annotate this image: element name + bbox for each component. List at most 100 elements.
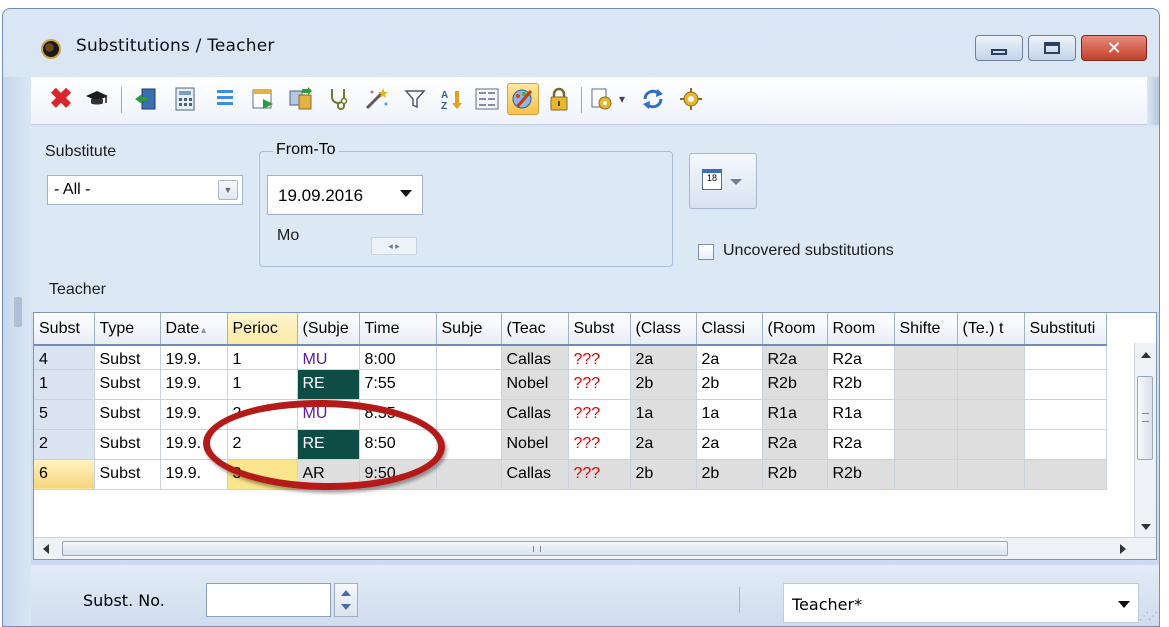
column-header-time[interactable]: Time — [359, 313, 437, 346]
room-cell[interactable]: R1a — [827, 399, 895, 430]
subject-cell[interactable] — [436, 345, 502, 370]
shifted-cell[interactable] — [894, 429, 958, 460]
room-old-cell[interactable]: R2a — [762, 429, 828, 460]
teacher-text-cell[interactable] — [957, 369, 1025, 400]
date-prev-next-buttons[interactable]: ◂ ▸ — [371, 237, 417, 255]
subject-old-cell[interactable]: AR — [297, 459, 360, 490]
column-header-substitute[interactable]: Subst — [568, 313, 631, 346]
lock-icon[interactable] — [543, 83, 575, 115]
teacher-old-cell[interactable]: Callas — [501, 345, 569, 370]
substitute-cell[interactable]: ??? — [568, 459, 631, 490]
column-header-period[interactable]: Perioc — [227, 313, 298, 346]
teacher-text-cell[interactable] — [957, 399, 1025, 430]
subst-no-cell[interactable]: 6 — [34, 459, 95, 490]
class-cell[interactable]: 2b — [696, 369, 763, 400]
teacher-old-cell[interactable]: Callas — [501, 399, 569, 430]
time-cell[interactable]: 8:55 — [359, 399, 437, 430]
column-header-type[interactable]: Type — [94, 313, 161, 346]
sort-icon[interactable]: AZ — [435, 83, 467, 115]
teacher-text-cell[interactable] — [957, 459, 1025, 490]
substitution-text-cell[interactable] — [1024, 399, 1107, 430]
table-row[interactable]: 1 Subst 19.9. 1 RE 7:55 Nobel ??? 2b 2b … — [34, 369, 1107, 400]
date-cell[interactable]: 19.9. — [160, 459, 228, 490]
scroll-right-icon[interactable] — [1120, 544, 1126, 554]
scroll-down-icon[interactable] — [1141, 524, 1151, 530]
table-row[interactable]: 6 Subst 19.9. 3 AR 9:50 Callas ??? 2b 2b… — [34, 459, 1107, 490]
maximize-button[interactable] — [1028, 35, 1076, 61]
substitute-cell[interactable]: ??? — [568, 429, 631, 460]
type-cell[interactable]: Subst — [94, 369, 161, 400]
subst-no-cell[interactable]: 1 — [34, 369, 95, 400]
period-cell[interactable]: 2 — [227, 399, 298, 430]
close-button[interactable]: ✕ — [1081, 35, 1147, 61]
class-old-cell[interactable]: 2a — [630, 345, 697, 370]
horizontal-scrollbar[interactable] — [34, 537, 1156, 559]
date-cell[interactable]: 19.9. — [160, 345, 228, 370]
substitute-cell[interactable]: ??? — [568, 399, 631, 430]
refresh-icon[interactable] — [637, 83, 669, 115]
subject-old-cell[interactable]: RE — [297, 429, 360, 460]
column-header-class-old[interactable]: (Class — [630, 313, 697, 346]
substitute-cell[interactable]: ??? — [568, 345, 631, 370]
magic-wand-icon[interactable] — [361, 83, 393, 115]
grid-icon[interactable] — [471, 83, 503, 115]
teacher-old-cell[interactable]: Nobel — [501, 369, 569, 400]
period-cell[interactable]: 3 — [227, 459, 298, 490]
teacher-text-cell[interactable] — [957, 429, 1025, 460]
type-cell[interactable]: Subst — [94, 459, 161, 490]
view-select[interactable]: Teacher* — [783, 583, 1139, 623]
subst-no-cell[interactable]: 2 — [34, 429, 95, 460]
teacher-old-cell[interactable]: Nobel — [501, 429, 569, 460]
substitute-cell[interactable]: ??? — [568, 369, 631, 400]
column-header-subst-no[interactable]: Subst — [34, 313, 95, 346]
class-cell[interactable]: 2b — [696, 459, 763, 490]
subst-no-input[interactable] — [206, 583, 331, 617]
teacher-cap-icon[interactable] — [81, 83, 113, 115]
column-header-room[interactable]: Room — [827, 313, 895, 346]
subject-old-cell[interactable]: RE — [297, 369, 360, 400]
date-cell[interactable]: 19.9. — [160, 369, 228, 400]
calculator-icon[interactable] — [169, 83, 201, 115]
scroll-left-icon[interactable] — [43, 544, 49, 554]
settings-icon[interactable] — [675, 83, 707, 115]
substitution-text-cell[interactable] — [1024, 345, 1107, 370]
class-cell[interactable]: 1a — [696, 399, 763, 430]
column-header-class[interactable]: Classi — [696, 313, 763, 346]
column-header-room-old[interactable]: (Room — [762, 313, 828, 346]
class-old-cell[interactable]: 2b — [630, 459, 697, 490]
shifted-cell[interactable] — [894, 459, 958, 490]
print-dropdown-icon[interactable]: ▾ — [613, 83, 631, 115]
vertical-scrollbar[interactable] — [1134, 343, 1156, 539]
stethoscope-icon[interactable] — [323, 83, 355, 115]
subject-old-cell[interactable]: MU — [297, 345, 360, 370]
class-old-cell[interactable]: 1a — [630, 399, 697, 430]
subject-cell[interactable] — [436, 459, 502, 490]
class-old-cell[interactable]: 2a — [630, 429, 697, 460]
type-cell[interactable]: Subst — [94, 429, 161, 460]
substitution-text-cell[interactable] — [1024, 369, 1107, 400]
period-cell[interactable]: 2 — [227, 429, 298, 460]
resize-grip-icon[interactable]: ⋰⋰ — [1139, 611, 1158, 622]
class-cell[interactable]: 2a — [696, 429, 763, 460]
room-old-cell[interactable]: R1a — [762, 399, 828, 430]
room-cell[interactable]: R2b — [827, 459, 895, 490]
time-cell[interactable]: 8:50 — [359, 429, 437, 460]
table-row[interactable]: 4 Subst 19.9. 1 MU 8:00 Callas ??? 2a 2a… — [34, 345, 1107, 370]
subst-no-cell[interactable]: 5 — [34, 399, 95, 430]
room-old-cell[interactable]: R2a — [762, 345, 828, 370]
substitute-dropdown-button[interactable]: ▼ — [218, 180, 238, 200]
date-cell[interactable]: 19.9. — [160, 399, 228, 430]
substitution-text-cell[interactable] — [1024, 429, 1107, 460]
time-cell[interactable]: 8:00 — [359, 345, 437, 370]
room-old-cell[interactable]: R2b — [762, 459, 828, 490]
column-header-teacher-old[interactable]: (Teac — [501, 313, 569, 346]
column-header-subject[interactable]: Subje — [436, 313, 502, 346]
toolbar-overflow-grip[interactable] — [1147, 77, 1159, 125]
timetable-icon[interactable] — [247, 83, 279, 115]
column-header-teacher-text[interactable]: (Te.) t — [957, 313, 1025, 346]
move-icon[interactable] — [285, 83, 317, 115]
period-cell[interactable]: 1 — [227, 345, 298, 370]
minimize-button[interactable] — [975, 35, 1023, 61]
class-cell[interactable]: 2a — [696, 345, 763, 370]
subject-old-cell[interactable]: MU — [297, 399, 360, 430]
